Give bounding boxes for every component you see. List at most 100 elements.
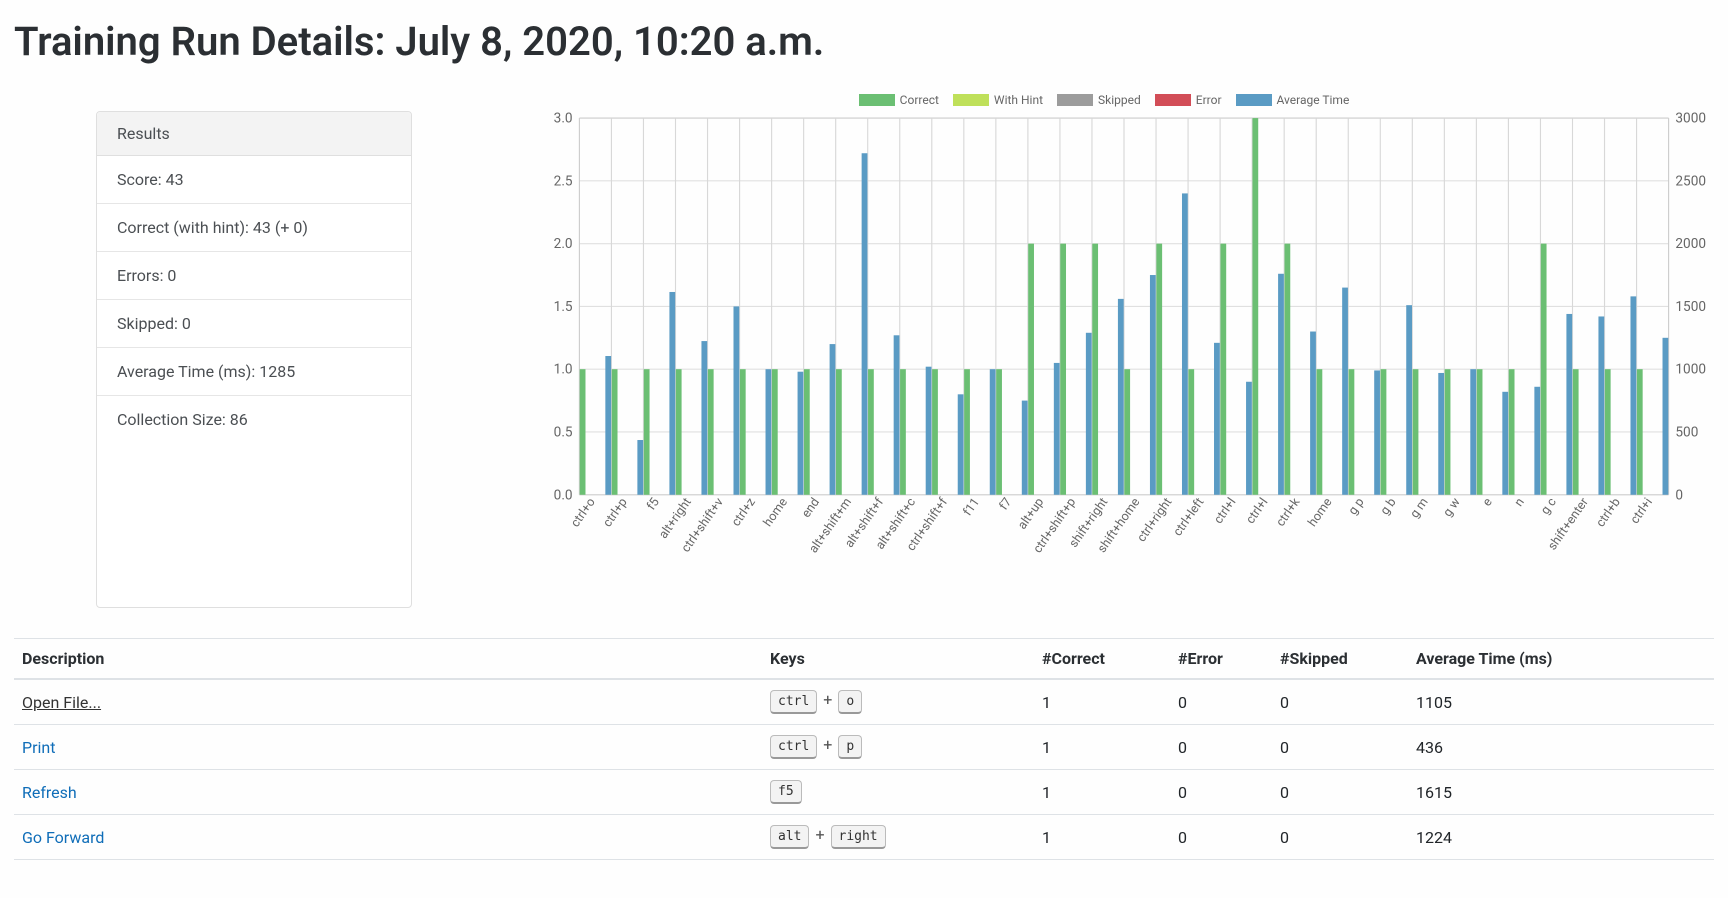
svg-text:2.0: 2.0: [554, 236, 573, 252]
cell-correct: 1: [1034, 679, 1170, 725]
key-badge: o: [838, 690, 862, 714]
key-badge: ctrl: [770, 690, 817, 714]
legend-skipped[interactable]: Skipped: [1057, 93, 1141, 107]
table-row: Open File...ctrl + o1001105: [14, 679, 1714, 725]
svg-text:ctrl+l: ctrl+l: [1211, 495, 1239, 527]
results-item: Collection Size: 86: [97, 396, 411, 443]
cell-correct: 1: [1034, 725, 1170, 770]
key-badge: f5: [770, 780, 802, 804]
svg-text:ctrl+left: ctrl+left: [1170, 495, 1207, 539]
svg-text:1000: 1000: [1675, 362, 1706, 378]
svg-text:1.5: 1.5: [554, 299, 573, 315]
swatch-error-icon: [1155, 94, 1191, 106]
cell-skipped: 0: [1272, 770, 1408, 815]
shortcut-link[interactable]: Print: [22, 738, 55, 757]
cell-skipped: 0: [1272, 815, 1408, 860]
cell-avg_time: 1105: [1408, 679, 1714, 725]
svg-text:ctrl+i: ctrl+i: [1628, 495, 1656, 527]
th-error: #Error: [1170, 639, 1272, 680]
svg-text:1500: 1500: [1675, 299, 1706, 315]
key-badge: right: [831, 825, 886, 849]
svg-text:0.5: 0.5: [554, 425, 573, 441]
svg-text:f5: f5: [644, 495, 663, 513]
key-badge: ctrl: [770, 735, 817, 759]
keys-cell: ctrl + p: [762, 725, 1034, 770]
legend-label: Skipped: [1098, 93, 1141, 107]
details-table: Description Keys #Correct #Error #Skippe…: [14, 638, 1714, 860]
swatch-skipped-icon: [1057, 94, 1093, 106]
th-keys: Keys: [762, 639, 1034, 680]
svg-text:ctrl+p: ctrl+p: [600, 495, 631, 530]
results-item: Skipped: 0: [97, 300, 411, 348]
results-item: Correct (with hint): 43 (+ 0): [97, 204, 411, 252]
results-card: Results Score: 43Correct (with hint): 43…: [96, 111, 412, 608]
results-item: Errors: 0: [97, 252, 411, 300]
svg-text:ctrl+z: ctrl+z: [729, 495, 759, 529]
svg-text:3000: 3000: [1675, 111, 1706, 127]
cell-correct: 1: [1034, 815, 1170, 860]
cell-skipped: 0: [1272, 679, 1408, 725]
swatch-hint-icon: [953, 94, 989, 106]
legend-label: Average Time: [1277, 93, 1350, 107]
cell-error: 0: [1170, 770, 1272, 815]
svg-text:ctrl+k: ctrl+k: [1273, 495, 1304, 530]
svg-text:f7: f7: [996, 495, 1015, 513]
svg-text:2000: 2000: [1675, 236, 1706, 252]
svg-text:0.0: 0.0: [554, 487, 573, 503]
th-avg-time: Average Time (ms): [1408, 639, 1714, 680]
page-title: Training Run Details: July 8, 2020, 10:2…: [14, 18, 1714, 65]
svg-text:home: home: [761, 495, 792, 530]
shortcut-link[interactable]: Go Forward: [22, 828, 104, 847]
shortcut-link[interactable]: Open File...: [22, 693, 101, 712]
svg-text:alt+up: alt+up: [1015, 495, 1047, 532]
cell-correct: 1: [1034, 770, 1170, 815]
table-row: Printctrl + p100436: [14, 725, 1714, 770]
th-description: Description: [14, 639, 762, 680]
svg-text:2.5: 2.5: [554, 173, 573, 189]
legend-label: Error: [1196, 93, 1222, 107]
legend-with-hint[interactable]: With Hint: [953, 93, 1043, 107]
cell-avg_time: 1224: [1408, 815, 1714, 860]
bar-chart: 0.00.51.01.52.02.53.00500100015002000250…: [534, 109, 1714, 608]
legend-avg-time[interactable]: Average Time: [1236, 93, 1350, 107]
cell-avg_time: 436: [1408, 725, 1714, 770]
results-item: Average Time (ms): 1285: [97, 348, 411, 396]
svg-text:0: 0: [1675, 487, 1683, 503]
svg-text:g p: g p: [1345, 495, 1367, 518]
th-skipped: #Skipped: [1272, 639, 1408, 680]
svg-text:1.0: 1.0: [554, 362, 573, 378]
svg-text:ctrl+b: ctrl+b: [1593, 495, 1624, 530]
svg-text:home: home: [1305, 495, 1336, 530]
chart-legend: Correct With Hint Skipped Error Average …: [534, 93, 1714, 107]
cell-avg_time: 1615: [1408, 770, 1714, 815]
table-row: Refreshf51001615: [14, 770, 1714, 815]
svg-text:end: end: [799, 495, 823, 520]
svg-text:g m: g m: [1407, 495, 1431, 521]
key-badge: alt: [770, 825, 809, 849]
cell-error: 0: [1170, 679, 1272, 725]
svg-text:g b: g b: [1377, 495, 1399, 518]
svg-text:f11: f11: [960, 495, 983, 519]
legend-error[interactable]: Error: [1155, 93, 1222, 107]
results-card-header: Results: [97, 112, 411, 156]
keys-cell: f5: [762, 770, 1034, 815]
legend-correct[interactable]: Correct: [859, 93, 939, 107]
shortcut-link[interactable]: Refresh: [22, 783, 77, 802]
svg-text:3.0: 3.0: [554, 111, 573, 127]
svg-text:2500: 2500: [1675, 173, 1706, 189]
table-row: Go Forwardalt + right1001224: [14, 815, 1714, 860]
swatch-correct-icon: [859, 94, 895, 106]
svg-text:g w: g w: [1440, 495, 1464, 520]
cell-skipped: 0: [1272, 725, 1408, 770]
keys-cell: alt + right: [762, 815, 1034, 860]
svg-text:ctrl+l: ctrl+l: [1243, 495, 1271, 527]
key-badge: p: [838, 735, 862, 759]
svg-text:g c: g c: [1538, 495, 1560, 518]
swatch-time-icon: [1236, 94, 1272, 106]
svg-text:e: e: [1480, 495, 1496, 509]
chart-container: Correct With Hint Skipped Error Average …: [534, 93, 1714, 608]
cell-error: 0: [1170, 815, 1272, 860]
th-correct: #Correct: [1034, 639, 1170, 680]
keys-cell: ctrl + o: [762, 679, 1034, 725]
legend-label: With Hint: [994, 93, 1043, 107]
